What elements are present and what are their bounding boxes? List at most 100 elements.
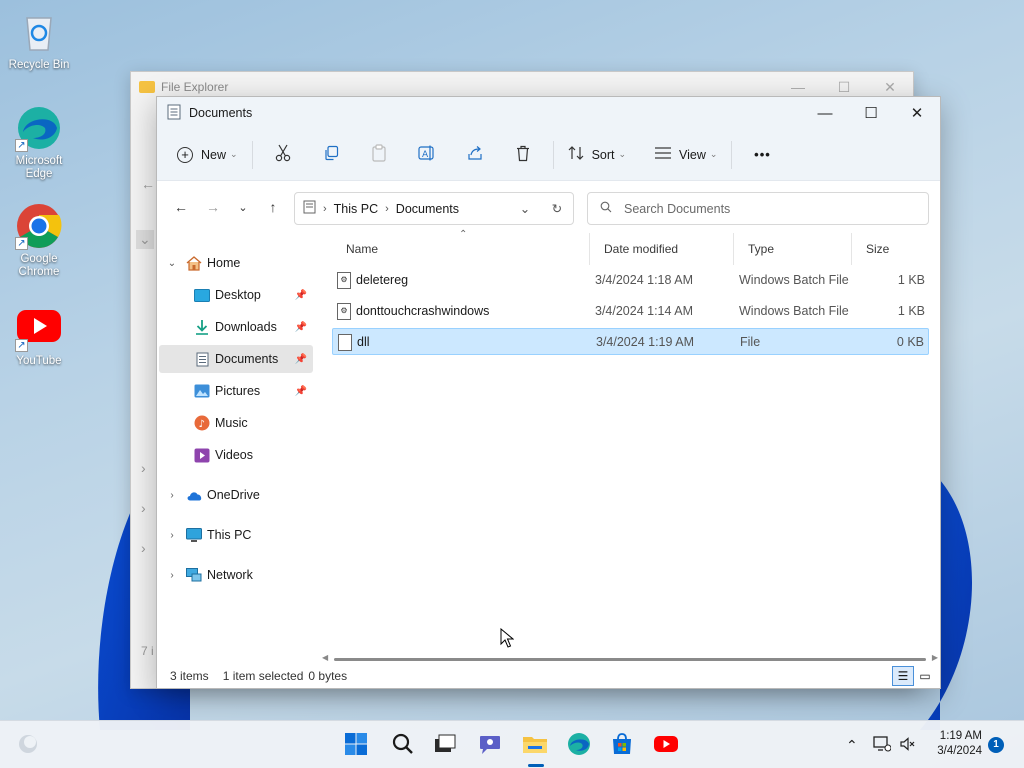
- view-toggle: ☰ ▭: [892, 666, 936, 686]
- close-button[interactable]: ✕: [894, 97, 940, 129]
- pc-icon: [303, 200, 316, 217]
- widgets-button[interactable]: [14, 731, 42, 759]
- chrome-icon: ↗: [15, 202, 63, 250]
- desktop-icon-recycle-bin[interactable]: Recycle Bin: [2, 8, 76, 72]
- nav-item-home[interactable]: ⌄ Home: [159, 249, 313, 277]
- nav-item-onedrive[interactable]: › OneDrive: [159, 481, 313, 509]
- maximize-button[interactable]: ☐: [848, 97, 894, 129]
- column-header-type[interactable]: Type: [733, 233, 851, 265]
- paste-button[interactable]: [355, 138, 403, 172]
- file-name: donttouchcrashwindows: [356, 304, 490, 318]
- file-list: ⌃ Name Date modified Type Size ⚙ deleter…: [332, 229, 932, 355]
- bg-close-button[interactable]: ✕: [867, 79, 913, 96]
- nav-item-network[interactable]: › Network: [159, 561, 313, 589]
- scroll-right-icon[interactable]: ▶: [932, 653, 938, 662]
- task-view-button[interactable]: [431, 731, 459, 759]
- start-button[interactable]: [342, 731, 370, 759]
- breadcrumb-documents[interactable]: Documents: [396, 202, 459, 216]
- file-row-selected[interactable]: dll 3/4/2024 1:19 AM File 0 KB: [332, 328, 929, 355]
- nav-label: Videos: [215, 448, 253, 462]
- notification-badge[interactable]: 1: [988, 737, 1004, 753]
- file-date: 3/4/2024 1:19 AM: [596, 335, 694, 349]
- details-view-button[interactable]: ☰: [892, 666, 914, 686]
- store-button[interactable]: [608, 731, 636, 759]
- nav-item-music[interactable]: ♪ Music: [159, 409, 313, 437]
- nav-label: Pictures: [215, 384, 261, 398]
- view-button[interactable]: View ⌄: [647, 138, 725, 172]
- file-explorer-taskbar-button[interactable]: [521, 731, 549, 767]
- share-button[interactable]: [451, 138, 499, 172]
- nav-item-downloads[interactable]: Downloads 📌: [159, 313, 313, 341]
- copy-icon: [323, 145, 339, 164]
- chat-button[interactable]: [476, 731, 504, 759]
- show-hidden-icons-button[interactable]: ⌃: [846, 721, 858, 768]
- chevron-right-icon[interactable]: ›: [159, 490, 185, 501]
- breadcrumb-this-pc[interactable]: This PC: [334, 202, 378, 216]
- edge-taskbar-button[interactable]: [565, 731, 593, 759]
- search-icon: [600, 201, 612, 216]
- sort-button[interactable]: Sort ⌄: [560, 138, 634, 172]
- nav-item-pictures[interactable]: Pictures 📌: [159, 377, 313, 405]
- column-header-size[interactable]: Size: [851, 233, 929, 265]
- scrollbar-thumb[interactable]: [334, 658, 926, 661]
- nav-item-this-pc[interactable]: › This PC: [159, 521, 313, 549]
- bg-minimize-button[interactable]: —: [775, 79, 821, 96]
- column-headers: ⌃ Name Date modified Type Size: [332, 229, 932, 265]
- desktop-icon-youtube[interactable]: ↗ YouTube: [2, 304, 76, 368]
- chat-icon: [478, 733, 502, 758]
- new-button[interactable]: + New ⌄: [169, 138, 246, 172]
- file-name: deletereg: [356, 273, 409, 287]
- column-header-name[interactable]: Name: [332, 233, 589, 265]
- rename-button[interactable]: A: [403, 138, 451, 172]
- nav-item-desktop[interactable]: Desktop 📌: [159, 281, 313, 309]
- sort-label: Sort: [591, 147, 615, 162]
- file-row[interactable]: ⚙ donttouchcrashwindows 3/4/2024 1:14 AM…: [332, 298, 929, 325]
- chevron-down-icon[interactable]: ⌄: [159, 258, 185, 269]
- file-row[interactable]: ⚙ deletereg 3/4/2024 1:18 AM Windows Bat…: [332, 267, 929, 294]
- cut-button[interactable]: [259, 138, 307, 172]
- refresh-icon[interactable]: ↻: [541, 201, 573, 216]
- volume-tray-button[interactable]: [900, 721, 916, 768]
- more-options-button[interactable]: •••: [738, 138, 786, 172]
- bg-maximize-button[interactable]: ☐: [821, 79, 867, 96]
- chevron-right-icon[interactable]: ›: [159, 530, 185, 541]
- delete-button[interactable]: [499, 138, 547, 172]
- divider: [552, 140, 554, 169]
- chevron-right-icon[interactable]: ›: [159, 570, 185, 581]
- file-explorer-window[interactable]: Documents — ☐ ✕ + New ⌄ A Sort ⌄ View ⌄ …: [156, 96, 941, 689]
- address-history-chevron-icon[interactable]: ⌄: [509, 201, 541, 216]
- nav-item-videos[interactable]: Videos: [159, 441, 313, 469]
- taskbar: ⌃ 1:19 AM 3/4/2024 1: [0, 720, 1024, 768]
- bg-chevron-icon: ⌄: [136, 230, 154, 249]
- forward-button[interactable]: →: [197, 192, 229, 222]
- bg-expand-icon: ›: [141, 540, 146, 556]
- search-box[interactable]: Search Documents: [587, 192, 929, 225]
- desktop-icon-chrome[interactable]: ↗ Google Chrome: [2, 202, 76, 279]
- network-tray-button[interactable]: [873, 721, 892, 768]
- batch-file-icon: ⚙: [337, 303, 351, 320]
- nav-item-documents[interactable]: Documents 📌: [159, 345, 313, 373]
- breadcrumb-separator: ›: [385, 202, 389, 215]
- address-bar[interactable]: › This PC › Documents ⌄ ↻: [294, 192, 574, 225]
- desktop-icon-edge[interactable]: ↗ Microsoft Edge: [2, 104, 76, 181]
- tiles-view-button[interactable]: ▭: [914, 666, 936, 686]
- up-button[interactable]: ↑: [257, 192, 289, 222]
- back-button[interactable]: ←: [165, 192, 197, 222]
- column-header-date[interactable]: Date modified: [589, 233, 733, 265]
- copy-button[interactable]: [307, 138, 355, 172]
- window-title: Documents: [189, 106, 253, 120]
- music-icon: ♪: [193, 414, 211, 432]
- nav-label: Documents: [215, 352, 279, 366]
- scroll-left-icon[interactable]: ◀: [322, 653, 328, 662]
- clock[interactable]: 1:19 AM 3/4/2024: [937, 729, 982, 759]
- youtube-taskbar-button[interactable]: [652, 731, 680, 759]
- minimize-button[interactable]: —: [802, 97, 848, 129]
- clock-date: 3/4/2024: [937, 745, 982, 757]
- network-icon: [185, 566, 203, 584]
- file-date: 3/4/2024 1:14 AM: [595, 304, 693, 318]
- home-icon: [185, 254, 203, 272]
- recent-locations-button[interactable]: ⌄: [229, 192, 257, 222]
- view-list-icon: [655, 147, 672, 162]
- documents-icon: [167, 104, 181, 123]
- search-button[interactable]: [389, 731, 417, 759]
